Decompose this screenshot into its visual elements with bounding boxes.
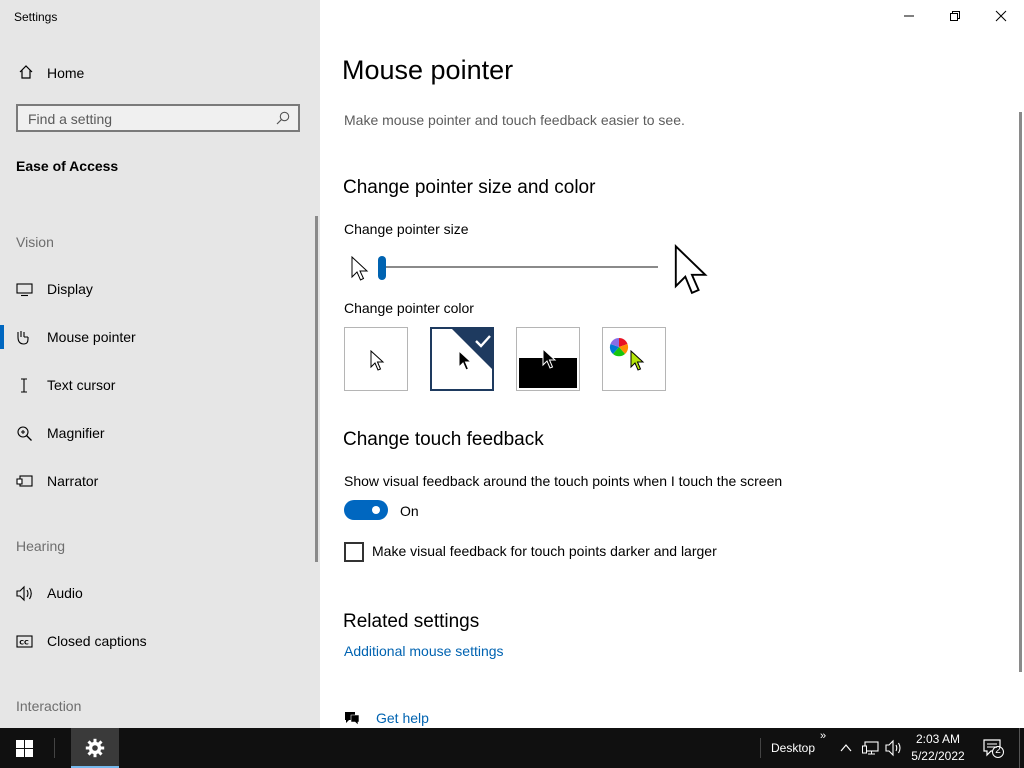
white-pointer-icon — [370, 350, 385, 371]
taskbar-divider — [54, 738, 55, 758]
home-icon — [18, 64, 34, 80]
svg-text:CC: CC — [19, 639, 29, 647]
section-heading-interaction: Interaction — [16, 698, 82, 714]
search-input[interactable]: Find a setting — [28, 111, 112, 127]
show-hidden-icons-icon[interactable] — [839, 741, 853, 760]
darker-feedback-label[interactable]: Make visual feedback for touch points da… — [372, 543, 717, 559]
pointer-size-slider-track[interactable] — [382, 266, 658, 268]
get-help-link[interactable]: Get help — [376, 710, 429, 726]
search-box[interactable]: Find a setting — [16, 104, 300, 132]
sidebar-item-display[interactable]: Display — [0, 267, 316, 311]
pointer-size-label: Change pointer size — [344, 221, 469, 237]
sidebar-item-label: Text cursor — [47, 377, 116, 393]
clock-date[interactable]: 5/22/2022 — [905, 749, 971, 763]
sidebar-item-audio[interactable]: Audio — [0, 571, 316, 615]
sidebar-item-magnifier[interactable]: Magnifier — [0, 411, 316, 455]
restore-icon — [950, 11, 960, 21]
taskbar: Desktop » 2:03 AM 5/22/2022 2 — [0, 728, 1024, 768]
inverted-pointer-icon — [542, 348, 557, 369]
network-icon[interactable] — [862, 739, 880, 762]
touch-section-heading: Change touch feedback — [343, 429, 544, 450]
pointer-size-slider-thumb[interactable] — [378, 256, 386, 280]
clock-time[interactable]: 2:03 AM — [905, 732, 971, 746]
magnifier-icon — [16, 425, 33, 442]
sidebar-scrollbar[interactable] — [315, 216, 318, 562]
color-wheel-icon — [609, 338, 629, 357]
pointer-color-black-option[interactable] — [430, 327, 494, 391]
large-pointer-icon — [672, 244, 710, 303]
page-title: Mouse pointer — [342, 55, 514, 85]
taskbar-divider — [760, 738, 761, 758]
toggle-knob — [372, 506, 380, 514]
custom-pointer-icon — [630, 350, 645, 371]
sidebar-item-mouse-pointer[interactable]: Mouse pointer — [0, 315, 316, 359]
toggle-state-label: On — [400, 503, 419, 519]
pointer-color-label: Change pointer color — [344, 300, 474, 316]
closed-captions-icon: CC — [16, 633, 33, 650]
gear-icon — [85, 738, 105, 758]
sidebar-item-label: Closed captions — [47, 633, 147, 649]
sidebar-item-label: Audio — [47, 585, 83, 601]
start-button[interactable] — [16, 740, 33, 762]
action-center-button[interactable]: 2 — [982, 737, 1004, 764]
section-heading-vision: Vision — [16, 234, 54, 250]
pointer-color-inverted-option[interactable] — [516, 327, 580, 391]
sidebar-item-label: Narrator — [47, 473, 99, 489]
search-icon[interactable] — [276, 111, 290, 125]
desktop-toolbar-label[interactable]: Desktop — [771, 741, 815, 755]
close-button[interactable] — [978, 0, 1024, 32]
narrator-icon — [16, 473, 33, 490]
minimize-button[interactable] — [886, 0, 932, 32]
show-desktop-button[interactable] — [1019, 728, 1024, 768]
settings-taskbar-button[interactable] — [71, 728, 119, 768]
page-subtitle: Make mouse pointer and touch feedback ea… — [344, 112, 685, 128]
display-icon — [16, 281, 33, 298]
touch-feedback-label: Show visual feedback around the touch po… — [344, 473, 783, 489]
sidebar-item-label: Mouse pointer — [47, 329, 136, 345]
touch-feedback-toggle[interactable] — [344, 500, 388, 520]
additional-mouse-settings-link[interactable]: Additional mouse settings — [344, 643, 504, 659]
small-pointer-icon — [350, 255, 370, 287]
minimize-icon — [904, 15, 914, 17]
pointer-color-custom-option[interactable] — [602, 327, 666, 391]
related-settings-heading: Related settings — [343, 611, 480, 632]
home-label: Home — [47, 65, 85, 81]
sidebar-item-label: Magnifier — [47, 425, 105, 441]
text-cursor-icon — [16, 377, 33, 394]
notification-count: 2 — [995, 745, 1001, 756]
volume-icon[interactable] — [885, 739, 903, 762]
sidebar-item-text-cursor[interactable]: Text cursor — [0, 363, 316, 407]
app-title: Settings — [14, 10, 58, 24]
black-pointer-icon — [458, 350, 473, 371]
sidebar-item-home[interactable]: Home — [0, 58, 320, 88]
section-heading-hearing: Hearing — [16, 538, 66, 554]
sidebar-item-label: Display — [47, 281, 93, 297]
close-icon — [995, 10, 1007, 22]
sidebar: Settings Home Find a setting Ease of Acc… — [0, 0, 320, 728]
audio-icon — [16, 585, 33, 602]
pointer-color-white-option[interactable] — [344, 327, 408, 391]
main-scrollbar[interactable] — [1019, 112, 1022, 672]
darker-feedback-checkbox[interactable] — [344, 542, 364, 562]
sidebar-item-closed-captions[interactable]: CC Closed captions — [0, 619, 316, 663]
category-title: Ease of Access — [16, 158, 119, 174]
selection-indicator — [0, 325, 4, 349]
toolbar-overflow-icon[interactable]: » — [820, 730, 826, 742]
restore-button[interactable] — [932, 0, 978, 32]
windows-logo-icon — [16, 740, 33, 757]
pointer-section-heading: Change pointer size and color — [343, 177, 596, 198]
mouse-pointer-icon — [16, 329, 33, 346]
sidebar-item-narrator[interactable]: Narrator — [0, 459, 316, 503]
